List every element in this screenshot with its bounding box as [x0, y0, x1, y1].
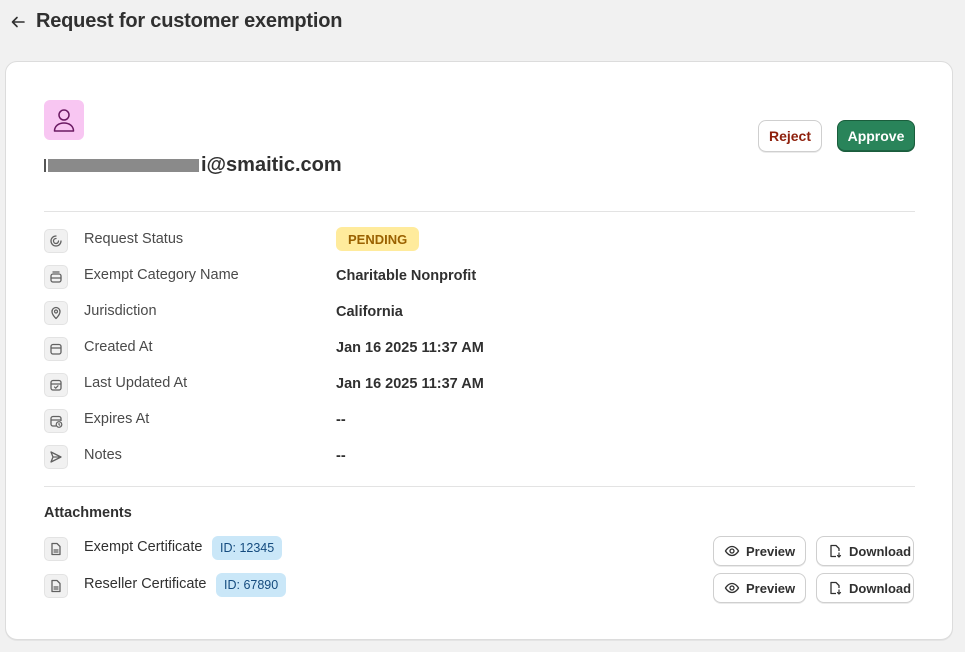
preview-label: Preview	[746, 543, 796, 559]
download-button[interactable]: Download	[816, 573, 914, 603]
calendar-clock-icon	[44, 409, 68, 433]
location-pin-icon	[44, 301, 68, 325]
detail-value: --	[336, 448, 346, 464]
detail-row-last-updated-at: Last Updated At Jan 16 2025 11:37 AM	[44, 373, 915, 399]
preview-button[interactable]: Preview	[713, 573, 807, 603]
file-icon	[44, 574, 68, 598]
attachment-name: Reseller Certificate	[84, 576, 207, 592]
download-label: Download	[849, 580, 912, 596]
attachments-heading: Attachments	[44, 505, 132, 521]
file-download-icon	[827, 543, 843, 559]
detail-value: California	[336, 304, 403, 320]
detail-row-exempt-category: Exempt Category Name Charitable Nonprofi…	[44, 265, 915, 291]
detail-label: Request Status	[84, 231, 184, 247]
redacted-text	[48, 159, 199, 172]
status-icon	[44, 229, 68, 253]
detail-value: Jan 16 2025 11:37 AM	[336, 376, 484, 392]
file-download-icon	[827, 580, 843, 596]
status-badge: PENDING	[336, 227, 420, 251]
detail-label: Notes	[84, 447, 122, 463]
preview-button[interactable]: Preview	[713, 536, 807, 566]
eye-icon	[724, 543, 740, 559]
download-button[interactable]: Download	[816, 536, 914, 566]
detail-value: Jan 16 2025 11:37 AM	[336, 340, 484, 356]
detail-row-request-status: Request Status PENDING	[44, 227, 915, 255]
preview-label: Preview	[746, 580, 796, 596]
customer-avatar	[44, 100, 84, 140]
attachment-name: Exempt Certificate	[84, 539, 203, 555]
exemption-request-card: i@smaitic.com Reject Approve Request Sta…	[5, 61, 953, 640]
arrow-left-icon	[10, 14, 26, 30]
attachment-row: Exempt Certificate ID: 12345 Preview Dow…	[44, 535, 915, 566]
page-title: Request for customer exemption	[36, 10, 343, 32]
email-visible-part: i@smaitic.com	[201, 154, 342, 176]
approve-button[interactable]: Approve	[837, 120, 915, 152]
eye-icon	[724, 580, 740, 596]
download-label: Download	[849, 543, 912, 559]
divider	[44, 486, 915, 487]
customer-email: i@smaitic.com	[44, 154, 342, 177]
detail-label: Jurisdiction	[84, 303, 157, 319]
back-button[interactable]	[8, 12, 28, 32]
calendar-check-icon	[44, 373, 68, 397]
top-bar: Request for customer exemption	[0, 0, 965, 44]
detail-value: Charitable Nonprofit	[336, 268, 477, 284]
detail-row-expires-at: Expires At --	[44, 409, 915, 435]
text-cursor	[44, 159, 46, 172]
calendar-icon	[44, 337, 68, 361]
category-icon	[44, 265, 68, 289]
detail-value: --	[336, 412, 346, 428]
detail-row-created-at: Created At Jan 16 2025 11:37 AM	[44, 337, 915, 363]
file-icon	[44, 537, 68, 561]
send-icon	[44, 445, 68, 469]
detail-label: Created At	[84, 339, 153, 355]
detail-row-notes: Notes --	[44, 445, 915, 471]
detail-row-jurisdiction: Jurisdiction California	[44, 301, 915, 327]
detail-label: Expires At	[84, 411, 150, 427]
person-icon	[52, 107, 76, 133]
divider	[44, 211, 915, 212]
attachment-id-badge: ID: 12345	[212, 536, 283, 560]
detail-label: Last Updated At	[84, 375, 188, 391]
attachment-id-badge: ID: 67890	[216, 573, 287, 597]
attachment-row: Reseller Certificate ID: 67890 Preview D…	[44, 572, 915, 603]
detail-label: Exempt Category Name	[84, 267, 239, 283]
reject-button[interactable]: Reject	[758, 120, 822, 152]
